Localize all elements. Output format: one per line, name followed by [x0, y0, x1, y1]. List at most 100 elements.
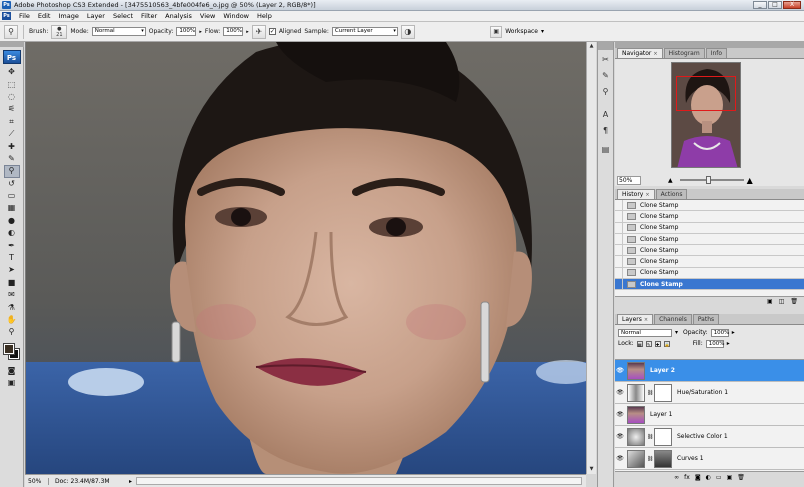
new-snapshot-icon[interactable]: ◫ [779, 298, 785, 305]
new-adjustment-layer-icon[interactable]: ◐ [706, 474, 711, 481]
history-state[interactable]: Clone Stamp [615, 244, 804, 257]
history-brush-source-cell[interactable] [615, 267, 623, 279]
history-brush-source-cell[interactable] [615, 278, 623, 290]
layer-comps-icon[interactable]: ▤ [599, 143, 612, 156]
delete-state-icon[interactable]: 🗑 [790, 298, 798, 305]
strip-grip[interactable] [598, 42, 613, 50]
pen-tool-icon[interactable]: ✒ [4, 239, 20, 251]
close-icon[interactable]: × [644, 317, 648, 323]
mode-select[interactable]: Normal ▾ [91, 27, 146, 36]
tab-history[interactable]: History × [617, 189, 655, 199]
ps-menu-logo[interactable]: Ps [2, 12, 11, 20]
lock-all-icon[interactable]: 🔒 [663, 340, 670, 347]
layer-mask-thumbnail[interactable] [654, 383, 672, 402]
history-state[interactable]: Clone Stamp [615, 200, 804, 212]
history-state[interactable]: Clone Stamp [615, 267, 804, 280]
gradient-tool-icon[interactable]: ▦ [4, 202, 20, 214]
eyedropper-tool-icon[interactable]: ⚗ [4, 301, 20, 313]
new-document-from-state-icon[interactable]: ▣ [767, 298, 773, 305]
layer-mask-thumbnail[interactable] [654, 449, 672, 468]
lasso-tool-icon[interactable]: ◌ [4, 91, 20, 103]
layer-row[interactable]: 👁 Layer 1 [615, 404, 804, 426]
airbrush-button[interactable]: ✈ [251, 24, 266, 39]
close-icon[interactable]: × [645, 192, 649, 198]
type-tool-icon[interactable]: T [4, 252, 20, 264]
zoom-slider[interactable] [679, 176, 744, 184]
menu-window[interactable]: Window [219, 11, 253, 22]
sample-select[interactable]: Current Layer ▾ [331, 27, 398, 36]
visibility-eye-icon[interactable]: 👁 [615, 411, 625, 418]
minimize-button[interactable]: _ [753, 1, 767, 9]
menu-filter[interactable]: Filter [137, 11, 161, 22]
menu-select[interactable]: Select [109, 11, 137, 22]
dodge-tool-icon[interactable]: ◐ [4, 227, 20, 239]
menu-view[interactable]: View [196, 11, 219, 22]
path-selection-tool-icon[interactable]: ➤ [4, 264, 20, 276]
zoom-slider-knob[interactable] [705, 176, 711, 184]
tab-layers[interactable]: Layers × [617, 314, 654, 324]
new-layer-icon[interactable]: ▣ [727, 474, 733, 481]
eraser-tool-icon[interactable]: ▭ [4, 190, 20, 202]
horizontal-scrollbar[interactable] [136, 477, 582, 485]
tab-actions[interactable]: Actions [655, 189, 688, 199]
fill-arrow-icon[interactable]: ▸ [727, 340, 730, 347]
menu-help[interactable]: Help [253, 11, 276, 22]
toolbox-grip[interactable] [0, 42, 24, 47]
chain-link-icon[interactable]: ⛓ [647, 456, 653, 462]
layer-opacity-arrow-icon[interactable]: ▸ [732, 329, 735, 336]
bridge-button[interactable]: ▣ [490, 25, 503, 38]
blur-tool-icon[interactable]: ● [4, 215, 20, 227]
scroll-up-icon[interactable]: ▲ [587, 42, 596, 51]
tab-navigator[interactable]: Navigator × [617, 48, 663, 58]
slice-tool-icon[interactable]: ⟋ [4, 128, 20, 140]
history-brush-source-cell[interactable] [615, 222, 623, 234]
visibility-eye-icon[interactable]: 👁 [615, 367, 625, 374]
new-group-icon[interactable]: ▭ [716, 474, 722, 481]
character-icon[interactable]: A [599, 108, 612, 121]
chain-link-icon[interactable]: ⛓ [647, 434, 653, 440]
history-state[interactable]: Clone Stamp [615, 222, 804, 234]
history-brush-source-cell[interactable] [615, 256, 623, 268]
navigator-zoom-input[interactable]: 50% [617, 175, 641, 185]
move-tool-icon[interactable]: ✥ [4, 66, 20, 78]
fill-input[interactable]: 100% [705, 339, 724, 348]
foreground-color-swatch[interactable] [2, 342, 15, 355]
lock-transparency-icon[interactable]: ▦ [636, 340, 643, 347]
aligned-checkbox[interactable]: ✓ [268, 28, 276, 35]
opacity-input[interactable]: 100% [176, 27, 197, 36]
zoom-tool-icon[interactable]: ⚲ [4, 326, 20, 338]
chain-link-icon[interactable]: ⛓ [647, 390, 653, 396]
visibility-eye-icon[interactable]: 👁 [615, 455, 625, 462]
screen-mode-icon[interactable]: ▣ [4, 377, 20, 389]
navigator-thumbnail[interactable] [671, 62, 741, 168]
marquee-tool-icon[interactable]: ⬚ [4, 78, 20, 90]
visibility-eye-icon[interactable]: 👁 [615, 389, 625, 396]
history-brush-source-cell[interactable] [615, 210, 623, 222]
zoom-in-icon[interactable]: ▲ [747, 176, 753, 185]
opacity-arrow-icon[interactable]: ▸ [199, 29, 202, 35]
brush-tool-icon[interactable]: ✎ [4, 153, 20, 165]
layer-row[interactable]: 👁 ⛓ Selective Color 1 [615, 426, 804, 448]
tab-histogram[interactable]: Histogram [663, 48, 705, 58]
hand-tool-icon[interactable]: ✋ [4, 314, 20, 326]
close-icon[interactable]: × [653, 51, 657, 57]
delete-layer-icon[interactable]: 🗑 [737, 474, 745, 481]
maximize-button[interactable]: □ [768, 1, 782, 9]
close-button[interactable]: X [783, 1, 801, 9]
history-state[interactable]: Clone Stamp [615, 278, 804, 291]
scroll-down-icon[interactable]: ▼ [587, 465, 596, 474]
lock-pixels-icon[interactable]: ✎ [645, 340, 652, 347]
menu-analysis[interactable]: Analysis [161, 11, 196, 22]
menu-layer[interactable]: Layer [83, 11, 109, 22]
link-layers-icon[interactable]: ∞ [674, 474, 679, 481]
history-brush-source-cell[interactable] [615, 200, 623, 211]
shape-tool-icon[interactable]: ■ [4, 277, 20, 289]
lock-position-icon[interactable]: ✚ [654, 340, 661, 347]
history-brush-tool-icon[interactable]: ↺ [4, 178, 20, 190]
layer-opacity-input[interactable]: 100% [710, 328, 729, 337]
tab-channels[interactable]: Channels [654, 314, 692, 324]
layer-row[interactable]: 👁 ⛓ Hue/Saturation 1 [615, 382, 804, 404]
menu-file[interactable]: File [15, 11, 34, 22]
history-state[interactable]: Clone Stamp [615, 256, 804, 268]
healing-brush-tool-icon[interactable]: ✚ [4, 140, 20, 152]
